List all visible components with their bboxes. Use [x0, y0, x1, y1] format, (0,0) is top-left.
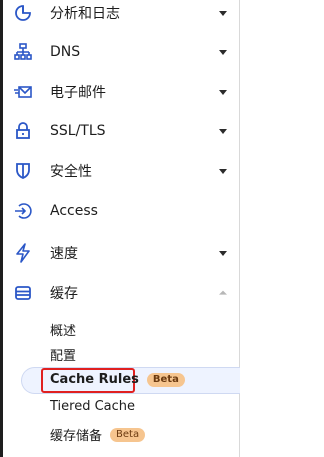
sidebar-item-security[interactable]: 安全性: [3, 151, 240, 191]
beta-badge: Beta: [146, 372, 185, 387]
submenu-item-tiered-cache[interactable]: Tiered Cache: [50, 399, 135, 414]
submenu-item-configuration[interactable]: 配置: [50, 345, 76, 364]
sidebar-item-label: Access: [50, 203, 98, 219]
submenu-item-label: Cache Rules: [50, 372, 139, 387]
sidebar-item-speed[interactable]: 速度: [3, 233, 240, 273]
access-icon: [12, 200, 34, 222]
sidebar-item-access[interactable]: Access: [3, 191, 240, 231]
submenu-item-label: 概述: [50, 324, 77, 339]
chevron-down-icon[interactable]: [219, 50, 227, 55]
cache-storage-icon: [12, 282, 34, 304]
submenu-item-cache-reserve[interactable]: 缓存储备 Beta: [50, 425, 146, 444]
sidebar-item-label: 电子邮件: [50, 85, 106, 101]
sidebar-item-analytics[interactable]: 分析和日志: [3, 0, 240, 33]
sidebar-item-cache[interactable]: 缓存: [3, 273, 240, 313]
chevron-down-icon[interactable]: [219, 129, 227, 134]
dns-network-icon: [12, 41, 34, 63]
sidebar-item-email[interactable]: 电子邮件: [3, 72, 240, 112]
chevron-down-icon[interactable]: [219, 251, 227, 256]
submenu-item-overview[interactable]: 概述: [50, 320, 76, 339]
chevron-down-icon[interactable]: [219, 90, 227, 95]
sidebar-item-dns[interactable]: DNS: [3, 32, 240, 72]
chevron-up-icon[interactable]: [219, 290, 227, 295]
analytics-icon: [12, 2, 34, 24]
sidebar-item-label: 分析和日志: [50, 6, 120, 22]
submenu-item-label: Tiered Cache: [50, 399, 136, 414]
sidebar-item-ssl-tls[interactable]: SSL/TLS: [3, 111, 240, 151]
sidebar-item-label: 速度: [50, 246, 78, 262]
submenu-item-label: 配置: [50, 349, 77, 364]
lock-icon: [12, 120, 34, 142]
email-icon: [12, 81, 34, 103]
chevron-down-icon[interactable]: [219, 11, 227, 16]
sidebar-item-label: SSL/TLS: [50, 123, 106, 139]
chevron-down-icon[interactable]: [219, 169, 227, 174]
submenu-item-label: 缓存储备: [50, 429, 103, 444]
shield-icon: [12, 160, 34, 182]
sidebar-item-label: 安全性: [50, 164, 92, 180]
beta-badge: Beta: [110, 427, 146, 442]
sidebar-item-label: 缓存: [50, 286, 78, 302]
lightning-icon: [12, 242, 34, 264]
sidebar-item-label: DNS: [50, 44, 81, 60]
sidebar-nav: 分析和日志 DNS 电子邮件 SSL/TLS 安全性 Access 速度 缓存 …: [3, 0, 240, 457]
submenu-item-cache-rules[interactable]: Cache Rules Beta: [50, 372, 185, 387]
